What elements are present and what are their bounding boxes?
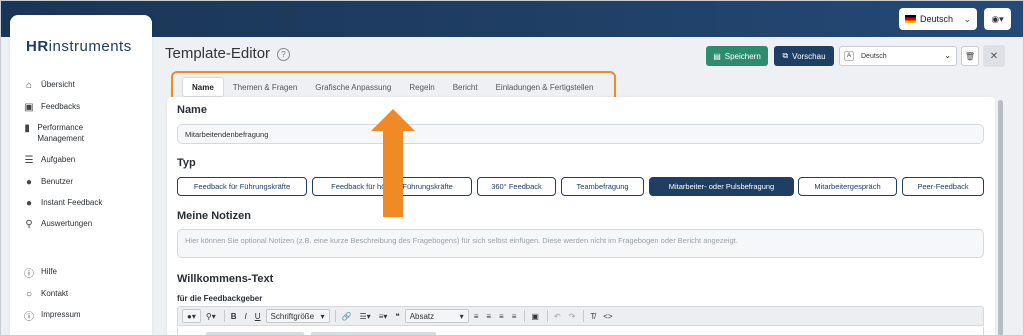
- type-option-peer-feedback[interactable]: Peer-Feedback: [902, 177, 984, 196]
- user-menu-button[interactable]: ◉▾: [984, 8, 1011, 30]
- placeholder-tag: [311, 332, 436, 335]
- welcome-section-title: Willkommens-Text: [177, 273, 274, 285]
- type-option-360[interactable]: 360° Feedback: [477, 177, 556, 196]
- type-option-fuehrungskraefte[interactable]: Feedback für Führungskräfte: [177, 177, 307, 196]
- preview-button[interactable]: ⧉ Vorschau: [774, 46, 834, 66]
- external-link-icon: ⧉: [782, 51, 789, 60]
- editor-content[interactable]: [177, 327, 984, 335]
- page-title: Template-Editor: [165, 45, 271, 62]
- font-size-select[interactable]: Schriftgröße ▾: [265, 309, 330, 323]
- align-left-icon[interactable]: ≡: [471, 309, 482, 323]
- align-right-icon[interactable]: ≡: [496, 309, 507, 323]
- german-flag-icon: [905, 15, 916, 23]
- editor-toolbar: ●▾ ⚲▾ B I U Schriftgröße ▾ 🔗 ☰▾ ≡▾ ❝ Absa…: [177, 306, 984, 326]
- save-icon: ▤: [713, 51, 721, 61]
- speech-bubble-icon: ○: [25, 288, 33, 300]
- name-input[interactable]: Mitarbeitendenbefragung: [177, 124, 984, 144]
- welcome-subtitle: für die Feedbackgeber: [177, 294, 263, 303]
- type-option-mitarbeitergespraech[interactable]: Mitarbeitergespräch: [798, 177, 897, 196]
- tab-name[interactable]: Name: [182, 77, 224, 97]
- sidebar-item-benutzer[interactable]: ● Benutzer: [23, 176, 73, 188]
- arrow-shape: [371, 109, 415, 217]
- language-dropdown[interactable]: Deutsch ⌄: [899, 8, 977, 30]
- house-icon: ⌂: [25, 79, 33, 91]
- close-icon: ✕: [989, 50, 999, 62]
- clipboard-icon: ▣: [24, 101, 34, 113]
- logo[interactable]: HRinstruments: [26, 38, 132, 55]
- placeholder-tag: [206, 332, 304, 335]
- chevron-down-icon: ⌄: [963, 14, 971, 24]
- image-icon[interactable]: ▣: [528, 309, 542, 323]
- link-icon[interactable]: 🔗: [339, 309, 355, 323]
- type-section-title: Typ: [177, 157, 196, 169]
- italic-button[interactable]: I: [242, 309, 250, 323]
- bold-button[interactable]: B: [228, 309, 240, 323]
- save-button[interactable]: ▤ Speichern: [706, 46, 768, 66]
- scrollbar[interactable]: [996, 97, 1005, 335]
- source-code-button[interactable]: <>: [600, 309, 615, 323]
- undo-icon[interactable]: ↶: [551, 309, 564, 323]
- name-section-title: Name: [177, 104, 207, 116]
- list-icon: ☰: [24, 154, 34, 166]
- chevron-down-icon: ⌄: [944, 51, 951, 60]
- app-window: Deutsch ⌄ ◉▾ HRinstruments ⌂ Übersicht ▣…: [0, 0, 1024, 336]
- sidebar-item-uebersicht[interactable]: ⌂ Übersicht: [23, 79, 75, 91]
- user-circle-icon: ◉▾: [991, 13, 1004, 24]
- sidebar-item-performance[interactable]: ▮ Performance Management: [23, 122, 103, 144]
- chevron-down-icon: ▾: [459, 311, 464, 321]
- tab-grafische-anpassung[interactable]: Grafische Anpassung: [306, 77, 400, 97]
- notes-section-title: Meine Notizen: [177, 210, 251, 222]
- chart-bars-icon: ▮: [24, 122, 30, 134]
- scrollbar-thumb[interactable]: [998, 100, 1003, 335]
- sidebar-item-kontakt[interactable]: ○ Kontakt: [23, 288, 68, 300]
- help-icon[interactable]: ?: [277, 48, 290, 61]
- redo-icon[interactable]: ↷: [566, 309, 579, 323]
- tab-einladungen[interactable]: Einladungen & Fertigstellen: [487, 77, 603, 97]
- delete-language-button[interactable]: 🗑: [961, 46, 979, 66]
- sidebar-item-hilfe[interactable]: ⓘ Hilfe: [23, 266, 57, 280]
- type-option-teambefragung[interactable]: Teambefragung: [561, 177, 644, 196]
- chevron-down-icon: ▾: [320, 311, 325, 321]
- quote-button[interactable]: ❝: [392, 309, 402, 323]
- paint-format-icon[interactable]: ⚲▾: [203, 309, 219, 323]
- translate-icon: A: [844, 51, 854, 61]
- clear-format-icon[interactable]: T̸: [587, 309, 598, 323]
- underline-button[interactable]: U: [252, 309, 264, 323]
- help-circle-icon: ⓘ: [24, 268, 34, 280]
- tab-regeln[interactable]: Regeln: [400, 77, 443, 97]
- sidebar-item-instant-feedback[interactable]: ● Instant Feedback: [23, 197, 102, 209]
- sidebar-item-aufgaben[interactable]: ☰ Aufgaben: [23, 154, 76, 166]
- language-label: Deutsch: [920, 14, 954, 24]
- type-option-pulsbefragung[interactable]: Mitarbeiter- oder Pulsbefragung: [649, 177, 794, 196]
- tab-themen-fragen[interactable]: Themen & Fragen: [224, 77, 306, 97]
- chat-icon: ●: [25, 197, 33, 209]
- numbered-list-icon[interactable]: ≡▾: [376, 309, 391, 323]
- orange-arrow-icon: [371, 109, 415, 217]
- bullet-list-icon[interactable]: ☰▾: [357, 309, 374, 323]
- sidebar-item-feedbacks[interactable]: ▣ Feedbacks: [23, 101, 80, 113]
- info-circle-icon: ⓘ: [24, 311, 34, 323]
- template-language-select[interactable]: A Deutsch ⌄: [839, 46, 957, 66]
- trash-icon: 🗑: [964, 51, 976, 61]
- sidebar-item-impressum[interactable]: ⓘ Impressum: [23, 309, 81, 323]
- person-icon: ●: [25, 176, 33, 188]
- align-center-icon[interactable]: ≡: [483, 309, 494, 323]
- tab-bar: Name Themen & Fragen Grafische Anpassung…: [182, 77, 602, 97]
- close-button[interactable]: ✕: [983, 45, 1005, 67]
- notes-textarea[interactable]: Hier können Sie optional Notizen (z.B. e…: [177, 229, 984, 258]
- emoji-dropdown[interactable]: ●▾: [182, 309, 201, 323]
- paragraph-select[interactable]: Absatz ▾: [404, 309, 469, 323]
- people-search-icon: ⚲: [25, 218, 33, 230]
- align-justify-icon[interactable]: ≡: [509, 309, 520, 323]
- tab-bericht[interactable]: Bericht: [444, 77, 487, 97]
- sidebar-item-auswertungen[interactable]: ⚲ Auswertungen: [23, 218, 92, 230]
- top-bar: Deutsch ⌄ ◉▾: [1, 1, 1023, 37]
